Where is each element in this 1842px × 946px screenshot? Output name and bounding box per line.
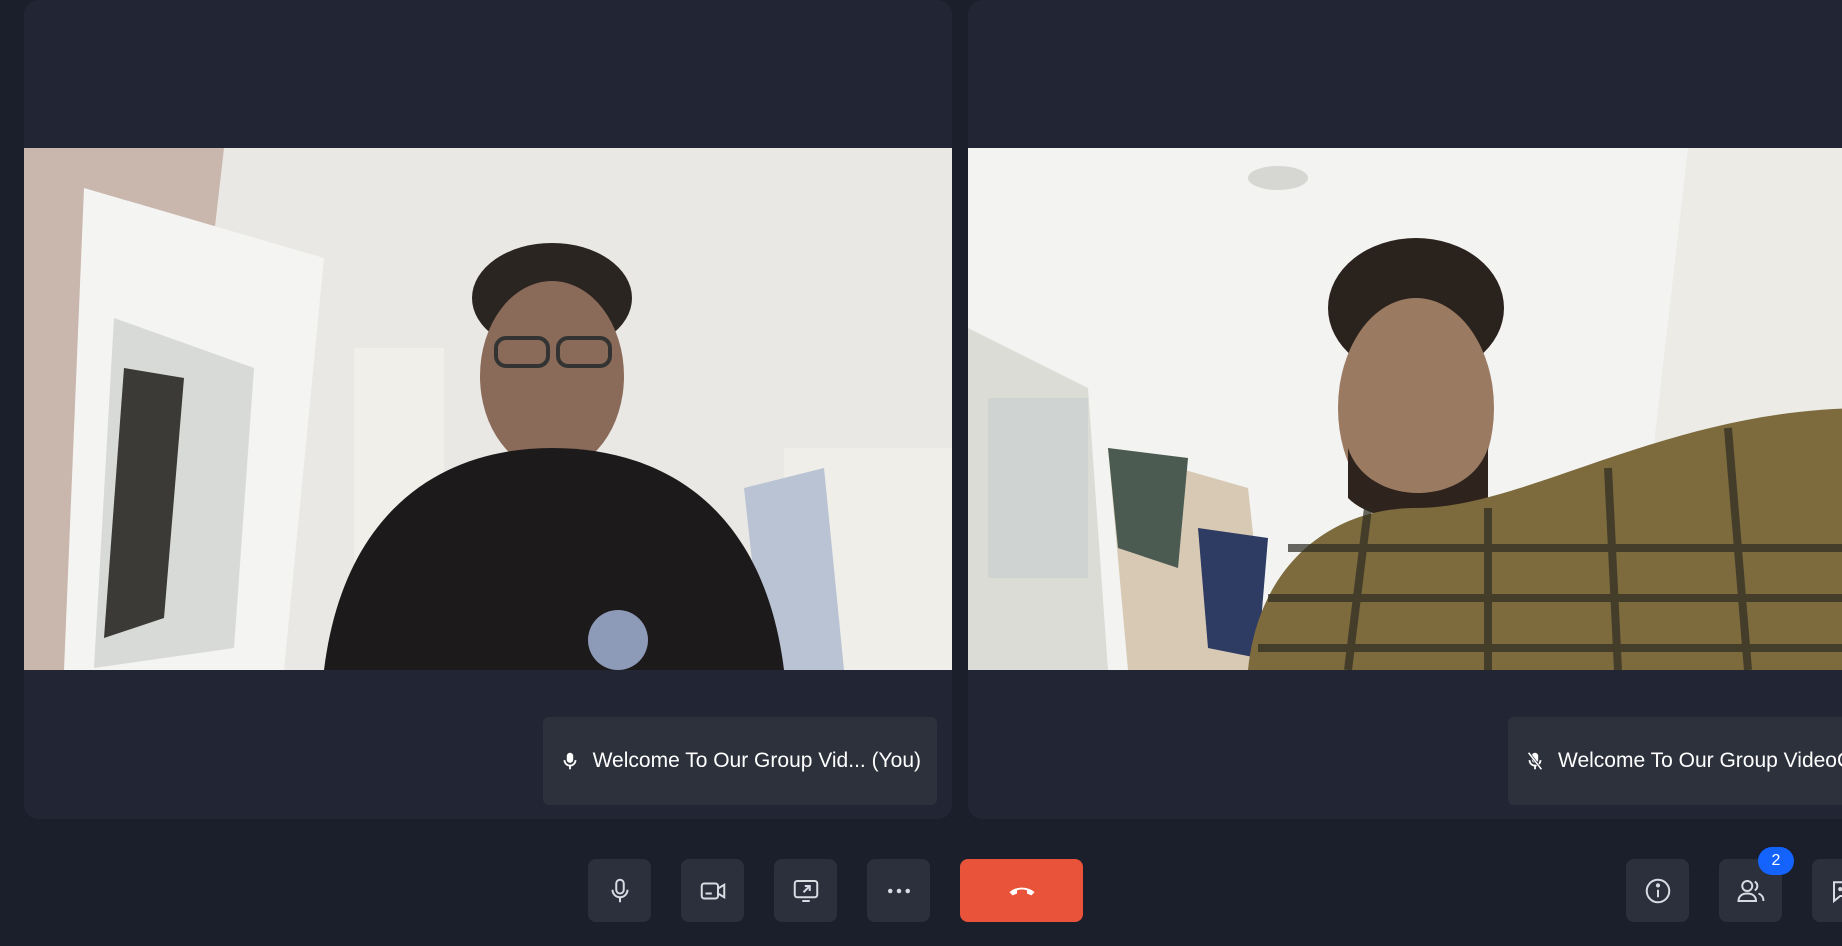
- participant-video-feed: [968, 148, 1842, 670]
- people-icon: [1736, 879, 1764, 902]
- camera-toggle-button[interactable]: [681, 859, 744, 922]
- video-frame: [24, 148, 952, 670]
- mic-toggle-button[interactable]: [588, 859, 651, 922]
- screen-share-button[interactable]: [774, 859, 837, 922]
- participant-name-tag: Welcome To Our Group VideoC: [1508, 717, 1842, 805]
- participants-button[interactable]: 2: [1719, 847, 1794, 922]
- participant-name-label: Welcome To Our Group Vid... (You): [592, 749, 921, 772]
- participant-tile-remote[interactable]: Welcome To Our Group VideoC: [968, 0, 1842, 819]
- mic-icon: [611, 878, 628, 902]
- participant-name-label: Welcome To Our Group VideoC: [1558, 749, 1842, 772]
- video-camera-icon: [700, 882, 725, 899]
- info-icon: [1645, 878, 1670, 903]
- call-controls-bar: 2: [0, 847, 1842, 923]
- video-frame: [968, 148, 1842, 670]
- more-dots-icon: [887, 888, 910, 893]
- participant-video-feed: [24, 148, 952, 670]
- chat-button[interactable]: [1812, 859, 1842, 922]
- info-button[interactable]: [1626, 859, 1689, 922]
- participant-count-badge: 2: [1758, 847, 1794, 875]
- mic-icon: [563, 752, 577, 770]
- end-call-button[interactable]: [960, 859, 1083, 922]
- screen-share-icon: [793, 879, 818, 902]
- more-options-button[interactable]: [867, 859, 930, 922]
- participant-name-tag: Welcome To Our Group Vid... (You): [542, 717, 937, 805]
- mic-off-icon: [1527, 751, 1543, 771]
- phone-hangup-icon: [1009, 887, 1034, 895]
- participant-tile-self[interactable]: Welcome To Our Group Vid... (You): [24, 0, 952, 819]
- chat-icon: [1832, 880, 1842, 903]
